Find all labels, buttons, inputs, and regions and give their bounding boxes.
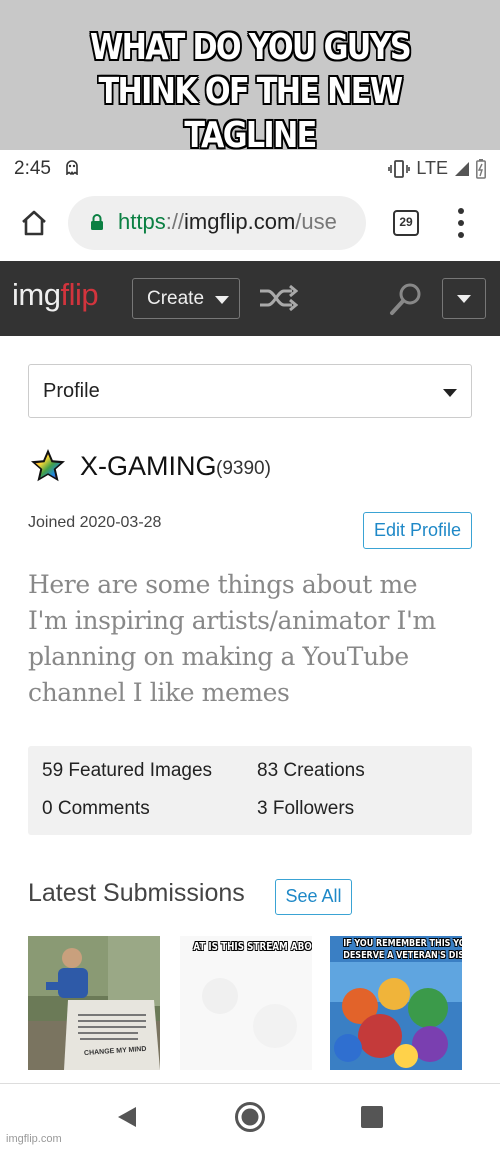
profile-stats: 59 Featured Images 83 Creations 0 Commen… (28, 746, 472, 835)
chevron-down-icon (457, 295, 471, 303)
tab-switcher-button[interactable]: 29 (393, 210, 419, 236)
thumbnail-caption: AT IS THIS STREAM ABO (193, 940, 312, 953)
search-icon[interactable] (388, 281, 424, 317)
network-label: LTE (416, 158, 448, 178)
followers-link[interactable]: 3 Followers (257, 798, 354, 820)
chevron-down-icon (443, 389, 457, 397)
create-label: Create (147, 288, 205, 309)
caption-line-2: DESERVE A VETERAN'S DISCOUNT (343, 950, 462, 961)
meme-caption: WHAT DO YOU GUYS THINK OF THE NEW TAGLIN… (40, 26, 460, 158)
profile-select-value: Profile (43, 380, 100, 402)
url-scheme: https (118, 209, 166, 234)
home-circle-icon[interactable] (234, 1101, 266, 1133)
home-icon[interactable] (20, 209, 48, 237)
featured-images-link[interactable]: 59 Featured Images (42, 760, 212, 782)
creations-link[interactable]: 83 Creations (257, 760, 365, 782)
rainbow-star-icon (31, 449, 65, 482)
submission-thumbnail[interactable]: CHANGE MY MIND (28, 936, 160, 1070)
signal-icon (455, 161, 469, 176)
browser-toolbar: https://imgflip.com/use 29 (0, 186, 500, 261)
bio-line: channel I like memes (28, 678, 290, 707)
imgflip-logo[interactable]: imgflip (12, 277, 99, 313)
nav-menu-dropdown[interactable] (442, 278, 486, 319)
thumbnail-caption: IF YOU REMEMBER THIS YOU DESERVE A VETER… (343, 938, 462, 962)
address-bar[interactable]: https://imgflip.com/use (68, 196, 366, 250)
meme-caption-area: WHAT DO YOU GUYS THINK OF THE NEW TAGLIN… (0, 0, 500, 156)
status-time: 2:45 (14, 158, 51, 179)
ghost-notification-icon (66, 160, 78, 175)
logo-flip: flip (60, 277, 99, 312)
url-text: https://imgflip.com/use (118, 209, 337, 235)
profile-select[interactable]: Profile (28, 364, 472, 418)
imgflip-navbar: imgflip Create (0, 261, 500, 336)
status-bar: 2:45 LTE (0, 150, 500, 186)
battery-icon (476, 158, 486, 179)
url-path: /use (295, 209, 337, 234)
back-icon[interactable] (116, 1105, 138, 1129)
meme-caption-line-1: WHAT DO YOU GUYS (89, 27, 412, 68)
caret-down-icon (215, 296, 229, 304)
edit-profile-button[interactable]: Edit Profile (363, 512, 472, 549)
submission-thumbnail[interactable]: IF YOU REMEMBER THIS YOU DESERVE A VETER… (330, 936, 462, 1070)
create-button[interactable]: Create (132, 278, 240, 319)
username: X-GAMING (80, 451, 217, 481)
nav-divider (0, 1083, 500, 1084)
meme-caption-line-2: THINK OF THE NEW TAGLINE (98, 71, 404, 156)
url-separator: :// (165, 209, 185, 234)
recents-icon[interactable] (361, 1106, 383, 1128)
vibrate-icon (388, 159, 411, 178)
bio-line: Here are some things about me (28, 570, 418, 599)
bio-line: I'm inspiring artists/animator I'm (28, 606, 436, 635)
bio-line: planning on making a YouTube (28, 642, 409, 671)
lock-icon (91, 214, 103, 230)
profile-bio: Here are some things about me I'm inspir… (28, 567, 478, 711)
more-vert-icon[interactable] (452, 208, 470, 238)
status-icons: LTE (388, 158, 486, 179)
logo-img: img (12, 277, 61, 312)
imgflip-watermark: imgflip.com (6, 1133, 62, 1145)
stream-meme-image (180, 936, 312, 1070)
joined-date: Joined 2020-03-28 (28, 514, 162, 531)
comments-link[interactable]: 0 Comments (42, 798, 150, 820)
see-all-button[interactable]: See All (275, 879, 352, 915)
user-points: (9390) (216, 458, 271, 479)
url-host: imgflip.com (184, 209, 296, 234)
shuffle-icon[interactable] (258, 283, 298, 313)
submission-thumbnail[interactable]: AT IS THIS STREAM ABO (180, 936, 312, 1070)
caption-line-1: IF YOU REMEMBER THIS YOU (343, 938, 462, 949)
latest-submissions-heading: Latest Submissions (28, 879, 245, 907)
